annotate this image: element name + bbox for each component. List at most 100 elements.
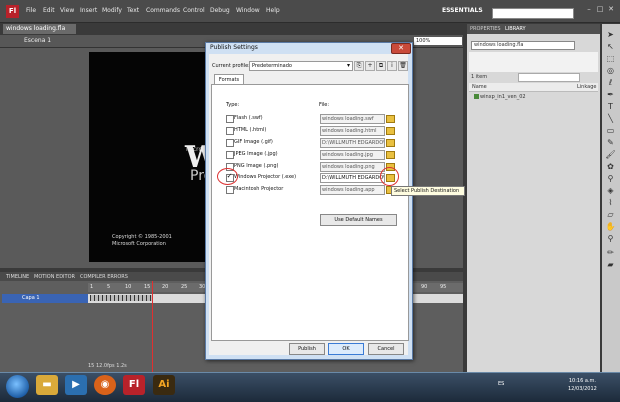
- tab-library[interactable]: LIBRARY: [505, 26, 526, 32]
- menu-help[interactable]: Help: [266, 6, 280, 16]
- folder-icon[interactable]: [386, 127, 395, 135]
- deco-tool-icon[interactable]: ✿: [605, 162, 616, 171]
- language-indicator[interactable]: ES: [498, 381, 504, 387]
- col-name[interactable]: Name: [472, 84, 487, 90]
- library-item[interactable]: winxp_in1_ven_02: [480, 94, 526, 100]
- tab-motion-editor[interactable]: MOTION EDITOR: [34, 274, 75, 280]
- pencil-tool-icon[interactable]: ✎: [605, 138, 616, 147]
- col-linkage[interactable]: Linkage: [577, 84, 596, 90]
- dialog-close-button[interactable]: ✕: [391, 43, 411, 54]
- layer-name[interactable]: Capa 1: [22, 295, 40, 301]
- frame-tick: 15: [144, 284, 151, 290]
- delete-profile-icon[interactable]: 🗑: [398, 61, 408, 71]
- library-document-select[interactable]: windows loading.fla: [471, 41, 575, 50]
- jpeg-label[interactable]: JPEG Image (.jpg): [234, 151, 278, 157]
- html-label[interactable]: HTML (.html): [234, 127, 266, 133]
- menu-view[interactable]: View: [60, 6, 74, 16]
- highlight-circle: [217, 168, 238, 185]
- flash-label[interactable]: Flash (.swf): [234, 115, 263, 121]
- workspace-switcher[interactable]: ESSENTIALS: [442, 7, 483, 14]
- text-tool-icon[interactable]: T: [605, 102, 616, 111]
- ok-button[interactable]: OK: [328, 343, 364, 355]
- maximize-icon[interactable]: □: [595, 4, 605, 14]
- flash-taskbar-icon[interactable]: Fl: [123, 375, 145, 395]
- rectangle-tool-icon[interactable]: ▭: [605, 126, 616, 135]
- menu-commands[interactable]: Commands: [146, 6, 180, 16]
- menu-modify[interactable]: Modify: [102, 6, 122, 16]
- flash-logo: Fl: [6, 5, 19, 18]
- frame-tick: 25: [181, 284, 188, 290]
- gif-checkbox[interactable]: [226, 139, 234, 147]
- tab-properties[interactable]: PROPERTIES: [470, 26, 501, 32]
- windows-projector-label[interactable]: Windows Projector (.exe): [234, 174, 296, 180]
- type-header: Type:: [226, 102, 240, 108]
- minimize-icon[interactable]: –: [584, 4, 594, 14]
- lasso-tool-icon[interactable]: ℓ: [605, 78, 616, 87]
- scene-label[interactable]: Escena 1: [24, 37, 51, 44]
- cancel-button[interactable]: Cancel: [368, 343, 404, 355]
- eraser-tool-icon[interactable]: ▱: [605, 210, 616, 219]
- stroke-color-icon[interactable]: ✏: [605, 248, 616, 257]
- profile-info-icon[interactable]: i: [387, 61, 397, 71]
- html-file-field[interactable]: windows loading.html: [320, 126, 385, 136]
- media-player-icon[interactable]: ▶: [65, 375, 87, 395]
- pen-tool-icon[interactable]: ✒: [605, 90, 616, 99]
- system-clock[interactable]: 10:16 a.m. 12/03/2012: [568, 377, 597, 393]
- flash-file-field[interactable]: windows loading.swf: [320, 114, 385, 124]
- brush-tool-icon[interactable]: 🖌: [605, 150, 616, 159]
- menu-text[interactable]: Text: [127, 6, 139, 16]
- menu-file[interactable]: File: [26, 6, 36, 16]
- selection-tool-icon[interactable]: ➤: [605, 30, 616, 39]
- add-profile-icon[interactable]: +: [365, 61, 375, 71]
- firefox-icon[interactable]: ◉: [94, 375, 116, 395]
- import-profile-icon[interactable]: ⎘: [354, 61, 364, 71]
- illustrator-taskbar-icon[interactable]: Ai: [153, 375, 175, 395]
- folder-icon[interactable]: [386, 115, 395, 123]
- line-tool-icon[interactable]: ╲: [605, 114, 616, 123]
- mac-projector-file-field[interactable]: windows loading.app: [320, 185, 385, 195]
- eyedropper-icon[interactable]: ⌇: [605, 198, 616, 207]
- explorer-icon[interactable]: ▬: [36, 375, 58, 395]
- bone-tool-icon[interactable]: ⚲: [605, 174, 616, 183]
- menu-control[interactable]: Control: [183, 6, 205, 16]
- mac-projector-label[interactable]: Macintosh Projector: [234, 186, 283, 192]
- playhead[interactable]: [152, 281, 153, 372]
- folder-icon[interactable]: [386, 151, 395, 159]
- fill-color-icon[interactable]: ▰: [605, 260, 616, 269]
- duplicate-profile-icon[interactable]: ⧉: [376, 61, 386, 71]
- tab-compiler-errors[interactable]: COMPILER ERRORS: [80, 274, 128, 280]
- zoom-tool-icon[interactable]: ⚲: [605, 234, 616, 243]
- hand-tool-icon[interactable]: ✋: [605, 222, 616, 231]
- mac-projector-checkbox[interactable]: [226, 186, 234, 194]
- profile-select[interactable]: Predeterminado: [249, 61, 353, 71]
- flash-checkbox[interactable]: [226, 115, 234, 123]
- menu-edit[interactable]: Edit: [43, 6, 55, 16]
- windows-projector-file-field[interactable]: D:\WILLMUTH EDGARDO\: [320, 173, 385, 183]
- html-checkbox[interactable]: [226, 127, 234, 135]
- library-search-input[interactable]: [518, 73, 580, 82]
- png-label[interactable]: PNG Image (.png): [234, 163, 278, 169]
- transform-tool-icon[interactable]: ⬚: [605, 54, 616, 63]
- subselection-tool-icon[interactable]: ↖: [605, 42, 616, 51]
- gif-file-field[interactable]: D:\WILLMUTH EDGARDO\: [320, 138, 385, 148]
- menu-window[interactable]: Window: [236, 6, 260, 16]
- keyframe-span[interactable]: [90, 295, 152, 301]
- 3d-rotation-icon[interactable]: ◎: [605, 66, 616, 75]
- folder-icon[interactable]: [386, 139, 395, 147]
- gif-label[interactable]: GIF Image (.gif): [234, 139, 273, 145]
- tab-timeline[interactable]: TIMELINE: [6, 274, 29, 280]
- zoom-select[interactable]: 100%: [414, 37, 462, 45]
- document-tab[interactable]: windows loading.fla: [3, 24, 76, 34]
- help-search-input[interactable]: [492, 8, 574, 19]
- layer-row[interactable]: [2, 294, 88, 303]
- start-button[interactable]: [6, 375, 29, 398]
- close-icon[interactable]: ✕: [606, 4, 616, 14]
- use-default-names-button[interactable]: Use Default Names: [320, 214, 397, 226]
- png-file-field[interactable]: windows loading.png: [320, 162, 385, 172]
- paint-bucket-icon[interactable]: ◈: [605, 186, 616, 195]
- jpeg-file-field[interactable]: windows loading.jpg: [320, 150, 385, 160]
- publish-button[interactable]: Publish: [289, 343, 325, 355]
- menu-debug[interactable]: Debug: [210, 6, 230, 16]
- jpeg-checkbox[interactable]: [226, 151, 234, 159]
- menu-insert[interactable]: Insert: [80, 6, 97, 16]
